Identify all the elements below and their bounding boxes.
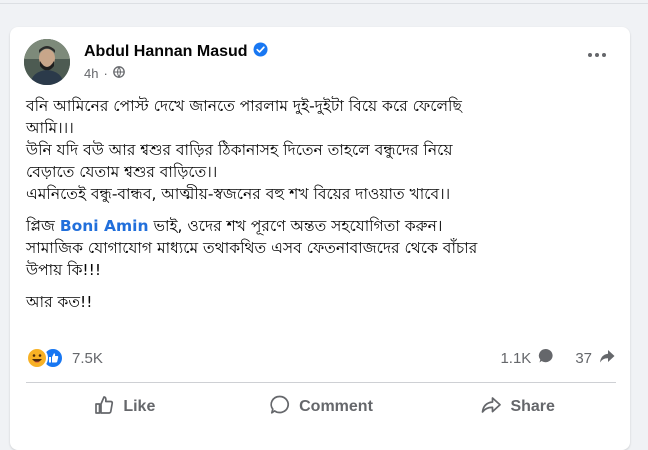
share-icon (480, 394, 502, 421)
globe-icon (112, 66, 125, 81)
comment-icon (269, 394, 291, 421)
feed-top-strip (0, 0, 648, 8)
share-count[interactable]: 37 (575, 350, 592, 367)
paragraph-3: আর কত!! (26, 293, 93, 311)
reaction-count: 7.5K (72, 349, 103, 367)
comment-bubble-icon (537, 347, 555, 369)
share-button[interactable]: Share (419, 389, 616, 425)
comment-count[interactable]: 1.1K (500, 350, 531, 367)
haha-reaction-icon (26, 347, 48, 369)
post-header: Abdul Hannan Masud 4h · (24, 39, 614, 89)
more-options-icon[interactable] (588, 53, 606, 57)
post-stats: 7.5K 1.1K 37 (26, 347, 616, 371)
post-body: বনি আমিনের পোস্ট দেখে জানতে পারলাম দুই-দ… (26, 95, 616, 323)
paragraph-2: প্লিজ Boni Amin ভাই, ওদের শখ পূরণে অন্তত… (26, 217, 478, 279)
reaction-summary[interactable]: 7.5K (26, 347, 103, 369)
divider (26, 382, 616, 383)
post-timestamp[interactable]: 4h (84, 66, 98, 81)
share-arrow-icon (598, 347, 616, 369)
comment-button[interactable]: Comment (223, 389, 420, 425)
verified-badge-icon (253, 42, 268, 62)
mention-link[interactable]: Boni Amin (60, 217, 149, 235)
avatar[interactable] (24, 39, 70, 85)
like-icon (93, 394, 115, 421)
post-card: Abdul Hannan Masud 4h · বনি আমিনের পোস্ট… (10, 27, 630, 450)
like-button[interactable]: Like (26, 389, 223, 425)
action-bar: Like Comment Share (26, 389, 616, 425)
paragraph-1: বনি আমিনের পোস্ট দেখে জানতে পারলাম দুই-দ… (26, 97, 462, 203)
author-name[interactable]: Abdul Hannan Masud (84, 43, 248, 61)
